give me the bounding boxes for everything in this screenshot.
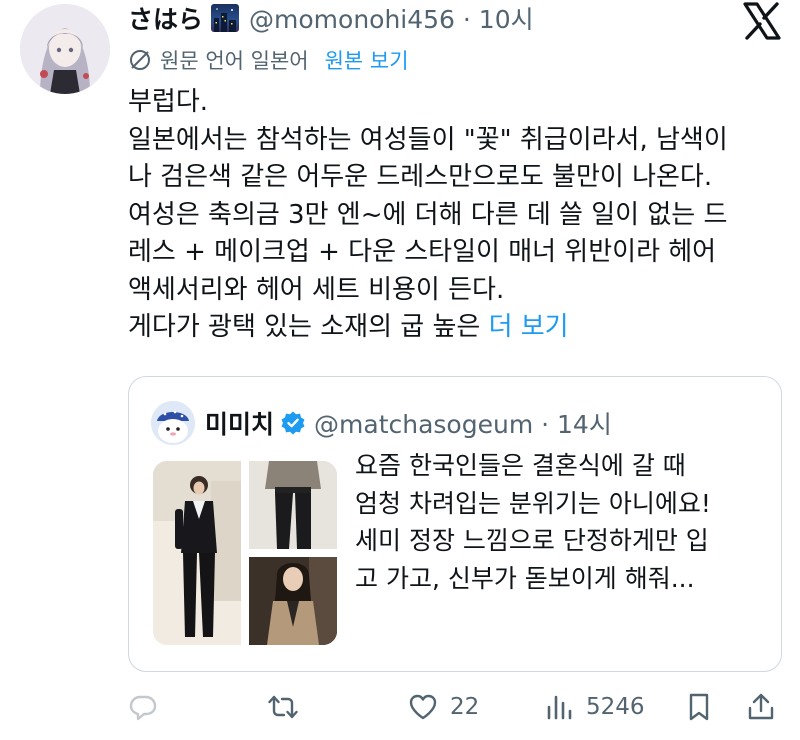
media-photo-outfit-closeup[interactable]: [249, 461, 337, 549]
tweet-body-line-last: 게다가 광택 있는 소재의 굽 높은 더 보기: [128, 309, 788, 347]
quoted-text-line: 고 가고, 신부가 돋보이게 해줘...: [355, 563, 695, 593]
tweet-body: 부럽다. 일본에서는 참석하는 여성들이 "꽃" 취급이라서, 남색이 나 검은…: [128, 84, 788, 347]
media-photo-woman-black-suit[interactable]: [153, 461, 241, 645]
quoted-tweet-card[interactable]: 미미치 @matchasogeum · 14시 요즘 한국인들은 결혼식에 갈 …: [128, 376, 782, 672]
views-count: 5246: [586, 694, 645, 720]
tweet-header: さはら @momonohi456 · 10시: [128, 0, 534, 36]
tweet-body-line: 일본에서는 참석하는 여성들이 "꽃" 취급이라서, 남색이: [128, 124, 728, 155]
bookmark-button[interactable]: [684, 684, 714, 730]
author-handle-time[interactable]: @momonohi456 · 10시: [249, 0, 534, 36]
tweet-body-last-text: 게다가 광택 있는 소재의 굽 높은: [128, 312, 489, 342]
tweet-body-line: 레스 + 메이크업 + 다운 스타일이 매너 위반이라 헤어: [128, 237, 717, 267]
quoted-text-line: 세미 정장 느낌으로 단정하게만 입: [355, 526, 709, 555]
tweet-body-line: 부럽다.: [128, 87, 209, 117]
views-icon: [547, 695, 572, 720]
like-count: 22: [450, 694, 480, 720]
retweet-icon: [268, 695, 298, 719]
share-button[interactable]: [746, 684, 776, 730]
quoted-tweet-header: 미미치 @matchasogeum · 14시: [205, 403, 612, 443]
quoted-media-grid[interactable]: [153, 461, 337, 645]
tweet-body-line: 나 검은색 같은 어두운 드레스만으로도 불만이 나온다.: [128, 162, 713, 192]
verified-badge-icon: [281, 411, 305, 435]
tweet-body-line: 액세서리와 헤어 세트 비용이 든다.: [128, 274, 505, 305]
heart-icon: [409, 694, 437, 720]
x-logo-icon: [742, 2, 782, 40]
translation-note: 원문 언어 일본어: [160, 49, 309, 73]
quoted-avatar-illustration: [151, 401, 195, 445]
night-city-emoji-icon: [211, 4, 240, 32]
author-avatar[interactable]: [20, 4, 110, 94]
views-button[interactable]: 5246: [544, 684, 645, 730]
show-more-link[interactable]: 더 보기: [489, 312, 569, 342]
bookmark-icon: [689, 693, 709, 721]
like-button[interactable]: 22: [408, 684, 479, 730]
quoted-author-name[interactable]: 미미치: [205, 405, 274, 441]
retweet-button[interactable]: [268, 684, 310, 730]
quoted-tweet-text: 요즘 한국인들은 결혼식에 갈 때 엄청 차려입는 분위기는 아니에요! 세미 …: [355, 447, 771, 597]
quoted-text-line: 요즘 한국인들은 결혼식에 갈 때: [355, 451, 686, 480]
tweet-body-line: 여성은 축의금 3만 엔~에 더해 다른 데 쓸 일이 없는 드: [128, 199, 728, 230]
share-icon: [748, 693, 774, 720]
show-original-link[interactable]: 원본 보기: [325, 45, 409, 75]
quoted-handle-time[interactable]: @matchasogeum · 14시: [314, 405, 612, 441]
author-display-name[interactable]: さはら: [128, 0, 203, 36]
quoted-author-avatar[interactable]: [151, 401, 195, 445]
quoted-text-line: 엄청 차려입는 분위기는 아니에요!: [355, 488, 711, 518]
globe-slash-icon: [130, 50, 150, 70]
avatar-illustration: [20, 4, 110, 94]
reply-icon: [129, 695, 157, 721]
reply-button[interactable]: [128, 684, 170, 730]
translation-row: 원문 언어 일본어 원본 보기: [128, 44, 409, 76]
media-photo-woman-beige-blazer[interactable]: [249, 557, 337, 645]
tweet-action-bar: 22 5246: [128, 684, 788, 730]
